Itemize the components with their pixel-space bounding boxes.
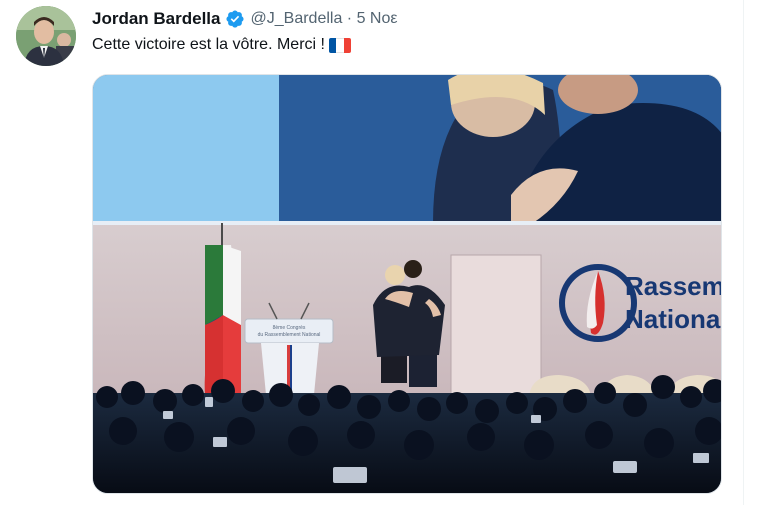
podium-text-1: 8ème Congrès xyxy=(273,325,306,331)
logo-text-1: Rassem xyxy=(625,271,722,301)
podium-text-2: du Rassemblement National xyxy=(258,332,321,338)
logo-text-2: Nationa xyxy=(625,304,721,334)
author-name[interactable]: Jordan Bardella xyxy=(92,9,221,29)
tweet-text: Cette victoire est la vôtre. Merci ! xyxy=(92,36,351,54)
french-flag-icon xyxy=(328,37,351,53)
tweet-photo[interactable]: Rassem Nationa 8ème Congrès du Rassemble… xyxy=(92,74,722,494)
french-flag-pole xyxy=(204,223,241,405)
avatar[interactable] xyxy=(16,6,76,66)
avatar-image xyxy=(16,6,76,66)
tweet[interactable]: Jordan Bardella @J_Bardella · 5 Νοε Cett… xyxy=(0,0,743,505)
verified-badge-icon xyxy=(225,10,244,28)
congress-stage-photo: Rassem Nationa 8ème Congrès du Rassemble… xyxy=(93,75,722,493)
stage-panel xyxy=(450,254,542,406)
tweet-header: Jordan Bardella @J_Bardella · 5 Νοε xyxy=(92,7,398,31)
tweet-text-content: Cette victoire est la vôtre. Merci ! xyxy=(92,36,325,53)
timeline-border xyxy=(743,0,744,505)
handle-and-date[interactable]: @J_Bardella · 5 Νοε xyxy=(251,10,398,28)
